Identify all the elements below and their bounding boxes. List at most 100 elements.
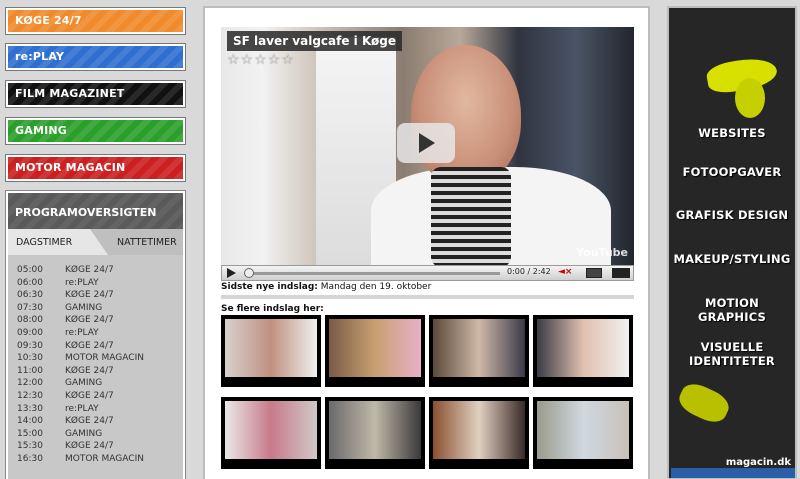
- service-link-0[interactable]: WEBSITES: [669, 126, 795, 140]
- clip-thumbnail[interactable]: [533, 397, 633, 469]
- schedule-time: 15:00: [17, 428, 43, 439]
- schedule-row: 06:00 re:PLAY: [17, 277, 183, 290]
- fullscreen-icon[interactable]: [612, 268, 630, 278]
- schedule-row: 07:30 GAMING: [17, 302, 183, 315]
- brand-logo[interactable]: magacin.dk: [726, 457, 791, 468]
- clip-thumbnail[interactable]: [533, 315, 633, 387]
- schedule-row: 12:30 KØGE 24/7: [17, 390, 183, 403]
- schedule-program: MOTOR MAGACIN: [65, 353, 144, 364]
- schedule-program: KØGE 24/7: [65, 340, 114, 351]
- video-time: 0:00 / 2:42: [507, 267, 551, 276]
- service-link-5[interactable]: VISUELLE IDENTITETER: [669, 340, 795, 368]
- schedule-row: 06:30 KØGE 24/7: [17, 289, 183, 302]
- nav-button-4[interactable]: MOTOR MAGACIN: [5, 154, 186, 182]
- schedule-time: 15:30: [17, 441, 43, 452]
- schedule-program: GAMING: [65, 378, 103, 389]
- schedule-time: 06:00: [17, 277, 43, 288]
- schedule-time: 09:30: [17, 340, 43, 351]
- schedule-program: KØGE 24/7: [65, 390, 114, 401]
- service-link-2[interactable]: GRAFISK DESIGN: [669, 208, 795, 222]
- mute-icon[interactable]: ◄×: [558, 267, 578, 279]
- schedule-time: 16:30: [17, 453, 43, 464]
- schedule-time: 08:00: [17, 315, 43, 326]
- video-frame-person: [411, 45, 521, 185]
- nav-button-1[interactable]: re:PLAY: [5, 43, 186, 71]
- latest-label: Sidste nye indslag:: [221, 282, 318, 292]
- clip-thumbnail-image: [225, 319, 317, 377]
- paint-splat: [675, 378, 733, 428]
- video-frame-scarf: [431, 167, 511, 265]
- schedule-program: KØGE 24/7: [65, 365, 114, 376]
- schedule-program: re:PLAY: [65, 403, 99, 414]
- schedule-row: 13:30 re:PLAY: [17, 403, 183, 416]
- schedule-time: 06:30: [17, 290, 43, 301]
- nav-button-2[interactable]: FILM MAGAZINET: [5, 80, 186, 108]
- divider: [221, 295, 634, 299]
- schedule-row: 10:30 MOTOR MAGACIN: [17, 352, 183, 365]
- schedule-row: 09:30 KØGE 24/7: [17, 340, 183, 353]
- nav-button-0[interactable]: KØGE 24/7: [5, 7, 186, 35]
- services-panel: WEBSITES FOTOOPGAVER GRAFISK DESIGN MAKEUP/…: [667, 6, 797, 479]
- clip-thumbnail[interactable]: [429, 315, 529, 387]
- schedule-title: PROGRAMOVERSIGTEN: [8, 193, 183, 229]
- latest-episode: Sidste nye indslag: Mandag den 19. oktob…: [221, 282, 431, 292]
- clip-thumbnail[interactable]: [429, 397, 529, 469]
- clip-thumbnail-image: [537, 401, 629, 459]
- clip-thumbnail-image: [329, 401, 421, 459]
- service-link-1[interactable]: FOTOOPGAVER: [669, 165, 795, 179]
- clip-thumbnail-image: [433, 319, 525, 377]
- schedule-row: 16:30 MOTOR MAGACIN: [17, 453, 183, 466]
- schedule-time: 10:30: [17, 353, 43, 364]
- youtube-logo[interactable]: YouTube: [576, 246, 628, 259]
- latest-value: Mandag den 19. oktober: [320, 282, 432, 292]
- schedule-row: 12:00 GAMING: [17, 377, 183, 390]
- clip-thumbnail-image: [433, 401, 525, 459]
- schedule-list: 05:00 KØGE 24/7 06:00 re:PLAY 06:30 KØGE 24/7…: [8, 255, 183, 466]
- video-controls: 0:00 / 2:42 ◄×: [221, 265, 634, 281]
- service-link-4[interactable]: MOTION GRAPHICS: [669, 296, 795, 324]
- schedule-program: KØGE 24/7: [65, 315, 114, 326]
- schedule-time: 07:30: [17, 302, 43, 313]
- schedule-row: 08:00 KØGE 24/7: [17, 314, 183, 327]
- tab-daytime[interactable]: DAGSTIMER: [8, 229, 108, 255]
- play-overlay-icon[interactable]: [397, 123, 455, 163]
- schedule-row: 11:00 KØGE 24/7: [17, 365, 183, 378]
- seek-handle[interactable]: [244, 268, 254, 278]
- video-player[interactable]: SF laver valgcafe i Køge ☆☆☆☆☆ YouTube: [221, 27, 634, 265]
- schedule-row: 15:30 KØGE 24/7: [17, 440, 183, 453]
- paint-splat: [735, 78, 765, 118]
- schedule-tabs: DAGSTIMER NATTETIMER: [8, 229, 183, 255]
- clip-thumbnail-image: [537, 319, 629, 377]
- schedule-time: 11:00: [17, 365, 43, 376]
- schedule-program: re:PLAY: [65, 327, 99, 338]
- schedule-program: re:PLAY: [65, 277, 99, 288]
- schedule-time: 12:30: [17, 390, 43, 401]
- clip-thumbnail[interactable]: [221, 397, 321, 469]
- clip-thumbnail-image: [329, 319, 421, 377]
- service-link-3[interactable]: MAKEUP/STYLING: [669, 252, 795, 266]
- schedule-row: 05:00 KØGE 24/7: [17, 264, 183, 277]
- schedule-time: 14:00: [17, 416, 43, 427]
- schedule-time: 09:00: [17, 327, 43, 338]
- video-title[interactable]: SF laver valgcafe i Køge: [227, 31, 403, 51]
- rating-stars-icon[interactable]: ☆☆☆☆☆: [227, 52, 295, 68]
- schedule-program: KØGE 24/7: [65, 290, 114, 301]
- schedule-program: KØGE 24/7: [65, 265, 114, 275]
- schedule-program: GAMING: [65, 428, 103, 439]
- clip-thumbnail[interactable]: [325, 315, 425, 387]
- play-icon[interactable]: [227, 268, 236, 278]
- nav-button-3[interactable]: GAMING: [5, 117, 186, 145]
- seek-bar[interactable]: [250, 272, 500, 275]
- schedule-row: 15:00 GAMING: [17, 428, 183, 441]
- resize-icon[interactable]: [586, 268, 602, 278]
- clip-thumbnail[interactable]: [325, 397, 425, 469]
- tab-nighttime[interactable]: NATTETIMER: [111, 229, 183, 255]
- schedule-program: GAMING: [65, 302, 103, 313]
- schedule-program: KØGE 24/7: [65, 441, 114, 452]
- brand-strip: [671, 468, 795, 478]
- main-content: SF laver valgcafe i Køge ☆☆☆☆☆ YouTube 0…: [203, 6, 650, 479]
- schedule-program: MOTOR MAGACIN: [65, 453, 144, 464]
- clip-thumbnail-image: [225, 401, 317, 459]
- clip-thumbnail[interactable]: [221, 315, 321, 387]
- schedule-row: 09:00 re:PLAY: [17, 327, 183, 340]
